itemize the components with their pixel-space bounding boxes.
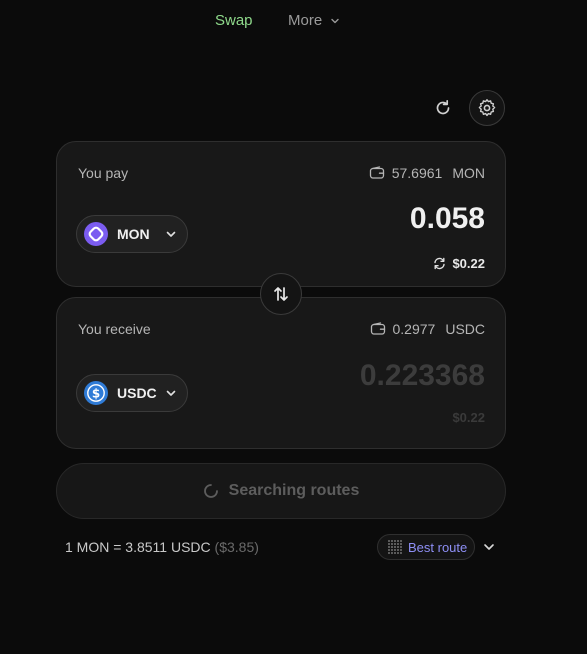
swap-direction-button[interactable]	[260, 273, 302, 315]
chevron-down-icon	[166, 231, 176, 237]
receive-balance: 0.2977 USDC	[370, 321, 485, 337]
receive-token-selector[interactable]: $ USDC	[76, 374, 188, 412]
exchange-rate: 1 MON = 3.8511 USDC ($3.85)	[65, 539, 259, 555]
receive-token-name: USDC	[117, 385, 157, 401]
route-details-toggle[interactable]	[482, 540, 496, 554]
rate-text: 1 MON = 3.8511 USDC	[65, 539, 211, 555]
top-nav: Swap More	[0, 10, 587, 32]
cta-label: Searching routes	[228, 482, 360, 499]
grid-icon	[388, 540, 402, 554]
pay-usd-text: $0.22	[452, 256, 485, 271]
wallet-icon	[369, 166, 384, 179]
mon-token-icon	[83, 221, 109, 247]
receive-card: You receive 0.2977 USDC $ USDC 0.223368 …	[56, 297, 506, 449]
receive-amount: 0.223368	[359, 359, 485, 392]
spinner-icon	[203, 484, 218, 498]
pay-usd-value: $0.22	[433, 256, 485, 271]
pay-balance-unit: MON	[452, 165, 485, 181]
rate-usd: ($3.85)	[214, 539, 259, 555]
pay-balance-value: 57.6961	[391, 165, 443, 181]
refresh-icon	[436, 99, 450, 115]
swap-page: Swap More You pay 57.6961 MON MON 0.058 …	[0, 0, 587, 654]
pay-token-name: MON	[117, 226, 150, 242]
pay-label: You pay	[78, 165, 129, 181]
convert-icon	[434, 257, 446, 270]
searching-routes-button[interactable]: Searching routes	[56, 463, 506, 519]
usdc-token-icon: $	[83, 380, 109, 406]
pay-balance: 57.6961 MON	[369, 165, 485, 181]
settings-button[interactable]	[469, 90, 505, 126]
pay-amount-input[interactable]: 0.058	[410, 202, 485, 236]
receive-balance-unit: USDC	[445, 321, 485, 337]
best-route-badge[interactable]: Best route	[377, 534, 475, 560]
wallet-icon	[370, 322, 385, 335]
receive-usd-text: $0.22	[452, 410, 485, 425]
nav-swap-link[interactable]: Swap	[215, 12, 253, 29]
chevron-down-icon	[166, 390, 176, 396]
chevron-down-icon	[331, 18, 339, 23]
receive-balance-value: 0.2977	[392, 321, 436, 337]
svg-text:$: $	[92, 387, 100, 401]
swap-arrows-icon	[274, 287, 288, 301]
pay-card: You pay 57.6961 MON MON 0.058 $0.22	[56, 141, 506, 287]
gear-icon	[478, 99, 496, 117]
best-route-label: Best route	[408, 539, 468, 555]
nav-more-menu[interactable]: More	[288, 12, 340, 29]
refresh-button[interactable]	[431, 96, 455, 120]
receive-label: You receive	[78, 321, 151, 337]
pay-token-selector[interactable]: MON	[76, 215, 188, 253]
receive-usd-value: $0.22	[452, 410, 485, 425]
nav-more-label: More	[288, 12, 323, 29]
